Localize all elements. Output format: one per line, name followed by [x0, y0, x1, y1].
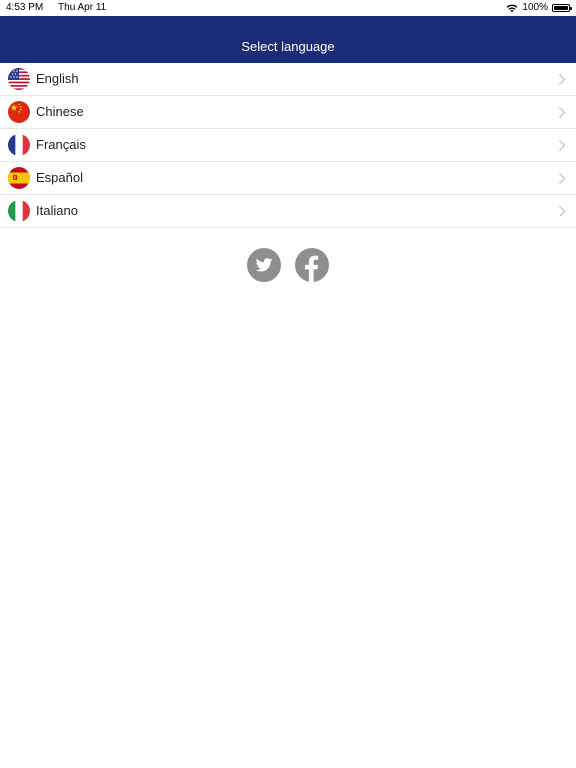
battery-icon [552, 3, 572, 12]
language-item-spanish[interactable]: Español [0, 162, 576, 195]
china-flag-icon [8, 101, 30, 123]
twitter-button[interactable] [247, 248, 281, 282]
language-list: English Chinese Français Español Italian… [0, 63, 576, 228]
language-item-chinese[interactable]: Chinese [0, 96, 576, 129]
language-label: Español [36, 170, 83, 185]
language-label: English [36, 71, 79, 86]
twitter-icon [255, 258, 273, 272]
battery-fill [554, 5, 568, 10]
language-item-italian[interactable]: Italiano [0, 195, 576, 228]
wifi-icon [507, 4, 518, 12]
us-flag-icon [8, 68, 30, 90]
france-flag-icon [8, 134, 30, 156]
status-right: 100% [506, 2, 572, 13]
language-label: Chinese [36, 104, 84, 119]
nav-bar: Select language [0, 16, 576, 63]
status-left: 4:53 PM Thu Apr 11 [6, 2, 106, 13]
status-date: Thu Apr 11 [58, 2, 107, 13]
chevron-right-icon [559, 206, 566, 217]
language-item-french[interactable]: Français [0, 129, 576, 162]
screen: 4:53 PM Thu Apr 11 100% Select language [0, 0, 576, 768]
chevron-right-icon [559, 173, 566, 184]
italy-flag-icon [8, 200, 30, 222]
facebook-icon [305, 255, 319, 282]
battery-percent: 100% [522, 2, 548, 13]
page-title: Select language [241, 39, 335, 54]
social-links [0, 248, 576, 282]
facebook-button[interactable] [295, 248, 329, 282]
language-item-english[interactable]: English [0, 63, 576, 96]
status-time: 4:53 PM [6, 2, 44, 13]
chevron-right-icon [559, 107, 566, 118]
chevron-right-icon [559, 74, 566, 85]
spain-flag-icon [8, 167, 30, 189]
language-label: Français [36, 137, 86, 152]
language-label: Italiano [36, 203, 78, 218]
chevron-right-icon [559, 140, 566, 151]
status-bar: 4:53 PM Thu Apr 11 100% [0, 0, 576, 16]
